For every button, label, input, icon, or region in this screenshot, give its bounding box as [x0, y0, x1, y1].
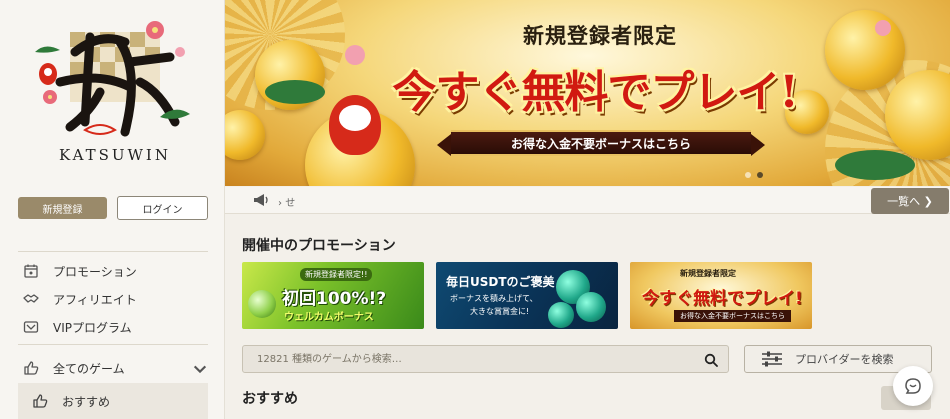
pine-decoration [835, 150, 915, 180]
megaphone-icon [254, 194, 268, 206]
sidebar-item-all-games[interactable]: 全てのゲーム [18, 357, 208, 379]
promo-title: 初回100%!? [282, 289, 387, 309]
hero-banner[interactable]: 新規登録者限定 今すぐ無料でプレイ! お得な入金不要ボーナスはこちら [225, 0, 950, 186]
view-all-button[interactable]: 一覧へ ❯ [871, 188, 949, 214]
banner-coin [825, 10, 905, 90]
carousel-dots [745, 172, 763, 178]
notice-text[interactable]: › せ [278, 194, 295, 209]
notice-bar: › せ [225, 187, 950, 214]
sidebar-item-label: VIPプログラム [53, 320, 132, 335]
daruma-icon [329, 95, 381, 155]
provider-search-label: プロバイダーを検索 [795, 353, 894, 366]
sidebar-item-vip[interactable]: VIPプログラム [18, 316, 208, 338]
flower-decoration [875, 20, 891, 36]
notice-message: せ [285, 198, 296, 209]
chat-button[interactable] [893, 366, 933, 406]
logo[interactable]: KATSUWIN [30, 12, 200, 172]
promo-subtitle: お得な入金不要ボーナスはこちら [674, 310, 791, 322]
promo-card-usdt[interactable]: 毎日USDTのご褒美 ボーナスを積み上げて、 大きな賞賞金に! [436, 262, 618, 329]
calendar-icon [23, 263, 39, 279]
notice-arrow: › [278, 198, 282, 209]
thumbs-up-icon [33, 394, 48, 408]
promo-subtitle: ウェルカムボーナス [284, 312, 374, 323]
carousel-dot[interactable] [745, 172, 751, 178]
chat-icon [905, 378, 921, 394]
banner-ribbon: お得な入金不要ボーナスはこちら [437, 130, 765, 156]
pine-decoration [265, 80, 325, 104]
promo-tag: 新規登録者限定 [680, 269, 736, 278]
carousel-dot[interactable] [757, 172, 763, 178]
sidebar-item-label: プロモーション [53, 264, 137, 279]
coin-icon [548, 302, 574, 328]
register-button[interactable]: 新規登録 [18, 197, 107, 219]
vip-icon [23, 319, 39, 335]
sidebar-item-affiliate[interactable]: アフィリエイト [18, 288, 208, 310]
login-button[interactable]: ログイン [117, 196, 208, 220]
promo-tag: 新規登録者限定!! [300, 268, 373, 281]
thumbs-up-icon [23, 360, 39, 376]
coin-icon [248, 290, 276, 318]
promo-card-free-play[interactable]: 新規登録者限定 今すぐ無料でプレイ! お得な入金不要ボーナスはこちら [630, 262, 812, 329]
sidebar-item-recommended[interactable]: おすすめ [18, 383, 208, 419]
sidebar-item-label: アフィリエイト [53, 292, 137, 307]
banner-subtitle: 新規登録者限定 [523, 23, 677, 48]
search-icon[interactable] [704, 353, 718, 367]
section-title-promotions: 開催中のプロモーション [242, 238, 396, 254]
search-input[interactable] [257, 351, 677, 367]
promo-card-welcome[interactable]: 新規登録者限定!! 初回100%!? ウェルカムボーナス [242, 262, 424, 329]
banner-coin [225, 110, 265, 160]
promo-subtitle: ボーナスを積み上げて、 [450, 294, 538, 303]
divider [18, 344, 208, 345]
sidebar-item-label: おすすめ [62, 394, 111, 409]
sidebar-item-promotion[interactable]: プロモーション [18, 260, 208, 282]
flower-decoration [345, 45, 365, 65]
divider [18, 251, 208, 252]
game-search [242, 345, 729, 373]
logo-emblem [35, 21, 190, 137]
logo-text: KATSUWIN [58, 146, 171, 164]
sidebar: KATSUWIN 新規登録 ログイン プロモーション アフィリエイト VIPプロ… [0, 0, 225, 419]
filter-icon [762, 351, 782, 367]
promo-title: 今すぐ無料でプレイ! [642, 289, 803, 309]
sidebar-item-label: 全てのゲーム [53, 361, 125, 376]
handshake-icon [23, 291, 39, 307]
coin-icon [576, 292, 606, 322]
section-title-recommended: おすすめ [242, 391, 298, 407]
chevron-down-icon [193, 365, 207, 374]
banner-title: 今すぐ無料でプレイ! [392, 67, 798, 118]
promo-title: 毎日USDTのご褒美 [446, 275, 555, 289]
promo-subtitle: 大きな賞賞金に! [470, 307, 530, 316]
